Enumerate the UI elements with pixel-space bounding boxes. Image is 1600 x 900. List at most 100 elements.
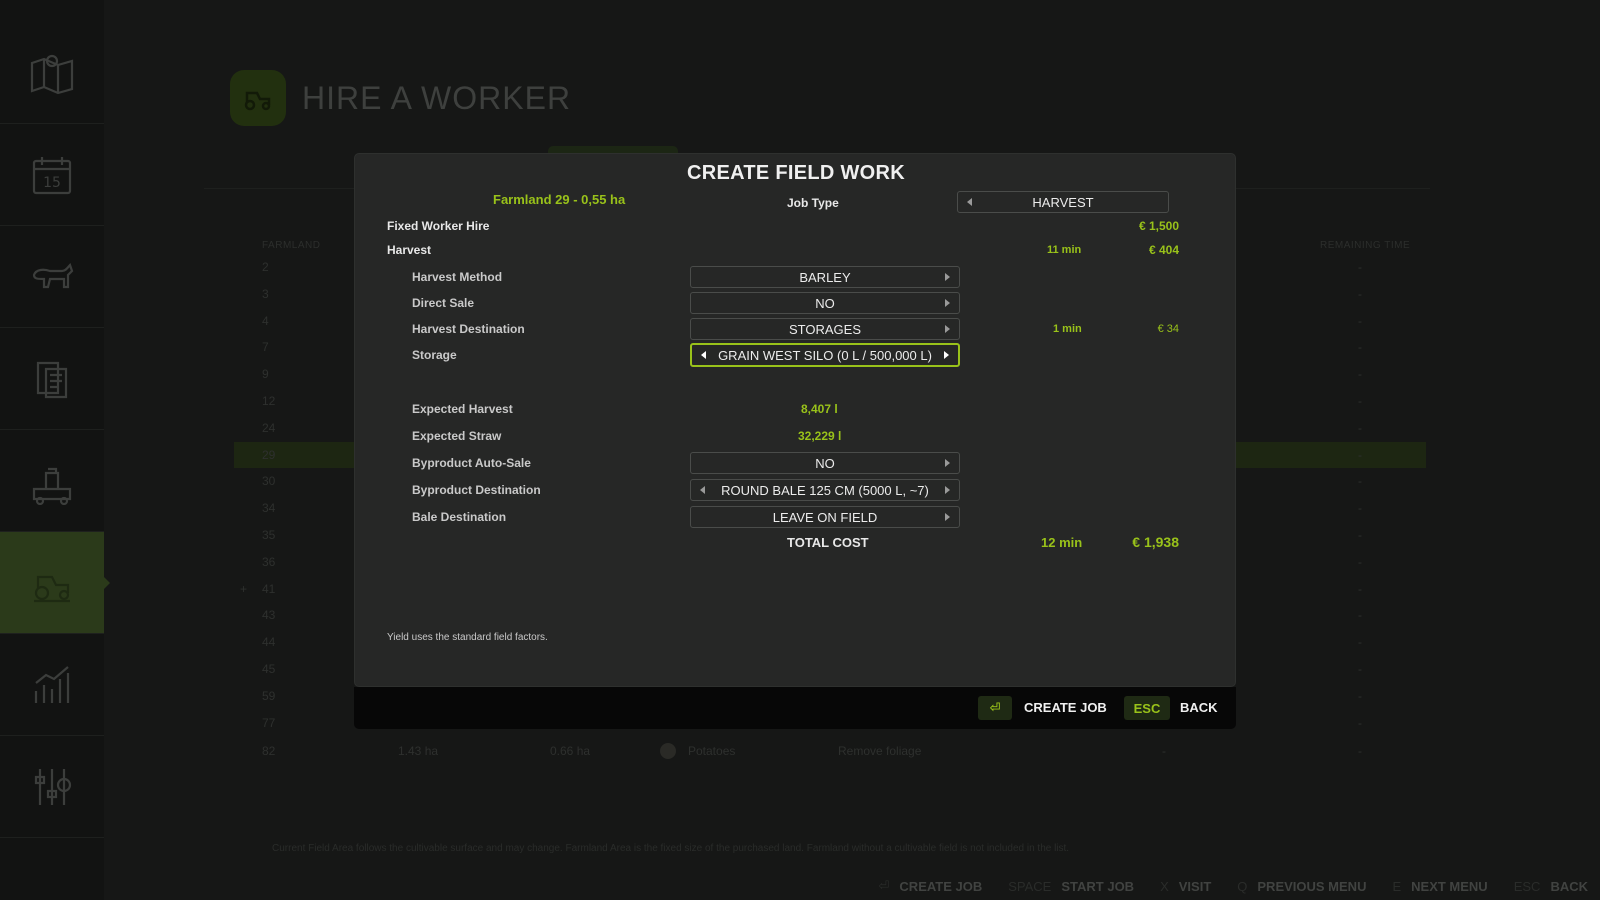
sidebar-item-calendar[interactable]: 15 <box>0 124 104 226</box>
storage-label: Storage <box>412 348 457 362</box>
sidebar-item-production[interactable] <box>0 430 104 532</box>
farmland-number: 3 <box>262 286 269 301</box>
remaining-time: - <box>1358 554 1362 569</box>
sidebar-item-statistics[interactable] <box>0 634 104 736</box>
harvest-cost: € 404 <box>1148 243 1179 257</box>
farmland-number: 9 <box>262 367 269 382</box>
settings-icon <box>34 768 72 805</box>
bottom-action-start-job[interactable]: START JOB <box>1061 879 1134 894</box>
remaining-time: - <box>1358 260 1362 274</box>
arrow-right-icon[interactable] <box>945 299 950 307</box>
bottom-action-previous-menu[interactable]: PREVIOUS MENU <box>1257 879 1366 894</box>
footnote: Current Field Area follows the cultivabl… <box>272 843 1070 854</box>
key-hint: X <box>1160 878 1169 894</box>
farmland-number: 2 <box>262 260 269 274</box>
farmland-number: 41 <box>262 581 276 596</box>
tractor-icon <box>34 575 70 602</box>
sidebar-item-workers[interactable] <box>0 532 110 634</box>
direct-sale-label: Direct Sale <box>412 296 475 310</box>
map-icon <box>30 54 74 94</box>
remaining-time: - <box>1358 394 1362 408</box>
harvest-method-label: Harvest Method <box>412 270 503 284</box>
key-hint: Q <box>1237 878 1248 894</box>
column-header-farmland: FARMLAND <box>262 240 321 251</box>
harvest-destination-selector[interactable]: STORAGES <box>690 318 960 340</box>
farmland-number: 43 <box>262 608 276 623</box>
sidebar-item-map[interactable] <box>0 22 104 124</box>
bottom-action-visit[interactable]: VISIT <box>1179 879 1212 894</box>
remaining-time: - <box>1358 286 1362 301</box>
direct-sale-selector[interactable]: NO <box>690 292 960 314</box>
remaining-time: - <box>1358 474 1362 489</box>
arrow-right-icon[interactable] <box>945 459 950 467</box>
harvest-method-selector[interactable]: BARLEY <box>690 266 960 288</box>
arrow-right-icon[interactable] <box>945 273 950 281</box>
sidebar-item-settings[interactable] <box>0 736 104 838</box>
dialog-title: CREATE FIELD WORK <box>686 162 906 184</box>
farmland-number: 12 <box>262 394 276 408</box>
byproduct-destination-label: Byproduct Destination <box>412 483 541 497</box>
active-indicator <box>104 577 110 589</box>
farmland-number: 24 <box>262 420 276 435</box>
byproduct-destination-selector[interactable]: ROUND BALE 125 CM (5000 L, ~7) <box>690 479 960 501</box>
page-header: HIRE A WORKER <box>230 70 571 126</box>
farmland-number: 4 <box>262 313 269 328</box>
yield-note: Yield uses the standard field factors. <box>387 632 548 643</box>
remaining-time: - <box>1358 367 1362 382</box>
bottom-action-next-menu[interactable]: NEXT MENU <box>1411 879 1488 894</box>
remaining-time: - <box>1358 501 1362 516</box>
job-type-selector[interactable]: HARVEST <box>957 191 1169 213</box>
remaining-time: - <box>1358 581 1362 596</box>
remaining-time: - <box>1358 313 1362 328</box>
remaining-time: - <box>1358 340 1362 355</box>
bottom-action-back[interactable]: BACK <box>1550 879 1588 894</box>
key-hint: ⏎ <box>878 878 890 893</box>
farmland-number: 35 <box>262 528 276 542</box>
farmland-number: 44 <box>262 635 276 650</box>
sidebar-item-animals[interactable] <box>0 226 104 328</box>
production-icon <box>32 467 72 505</box>
farmland-number: 29 <box>262 447 276 462</box>
esc-key-badge[interactable]: ESC <box>1124 696 1170 720</box>
total-cost: € 1,938 <box>1132 534 1179 550</box>
fixed-worker-hire-cost: € 1,500 <box>1138 219 1179 233</box>
arrow-left-icon[interactable] <box>701 351 706 359</box>
job-type-label: Job Type <box>787 196 839 210</box>
fixed-worker-hire-label: Fixed Worker Hire <box>387 219 490 233</box>
arrow-right-icon[interactable] <box>945 486 950 494</box>
arrow-right-icon[interactable] <box>945 325 950 333</box>
byproduct-auto-sale-selector[interactable]: NO <box>690 452 960 474</box>
create-job-button[interactable]: CREATE JOB <box>1024 700 1107 715</box>
expand-icon[interactable]: + <box>240 582 247 596</box>
back-button[interactable]: BACK <box>1180 700 1218 715</box>
remaining-time: - <box>1358 688 1362 703</box>
crop-icon <box>660 743 676 759</box>
key-hint: SPACE <box>1008 878 1052 894</box>
key-hint: E <box>1392 878 1402 894</box>
storage-selector[interactable]: GRAIN WEST SILO (0 L / 500,000 L) <box>690 343 960 367</box>
svg-text:15: 15 <box>43 175 61 191</box>
enter-key-icon[interactable]: ⏎ <box>978 696 1012 720</box>
bottom-action-create-job[interactable]: CREATE JOB <box>899 879 982 894</box>
farmland-number: 30 <box>262 474 276 489</box>
sidebar-item-contracts[interactable] <box>0 328 104 430</box>
table-row[interactable]: 82 1.43 ha 0.66 ha Potatoes Remove folia… <box>234 738 1426 764</box>
bale-destination-selector[interactable]: LEAVE ON FIELD <box>690 506 960 528</box>
arrow-left-icon[interactable] <box>700 486 705 494</box>
remaining-time: - <box>1358 635 1362 650</box>
bale-destination-label: Bale Destination <box>412 510 507 524</box>
farmland-number: 45 <box>262 662 276 676</box>
total-cost-label: TOTAL COST <box>787 535 869 550</box>
farmland-number: 77 <box>262 715 276 730</box>
arrow-left-icon[interactable] <box>967 198 972 206</box>
expected-straw-value: 32,229 l <box>798 429 842 443</box>
arrow-right-icon[interactable] <box>944 351 949 359</box>
harvest-destination-label: Harvest Destination <box>412 322 525 336</box>
calendar-icon: 15 <box>32 156 72 194</box>
remaining-time: - <box>1358 608 1362 623</box>
contracts-icon <box>36 361 68 398</box>
harvest-label: Harvest <box>387 243 432 257</box>
byproduct-auto-sale-label: Byproduct Auto-Sale <box>412 456 531 470</box>
arrow-right-icon[interactable] <box>945 513 950 521</box>
remaining-time: - <box>1358 662 1362 676</box>
